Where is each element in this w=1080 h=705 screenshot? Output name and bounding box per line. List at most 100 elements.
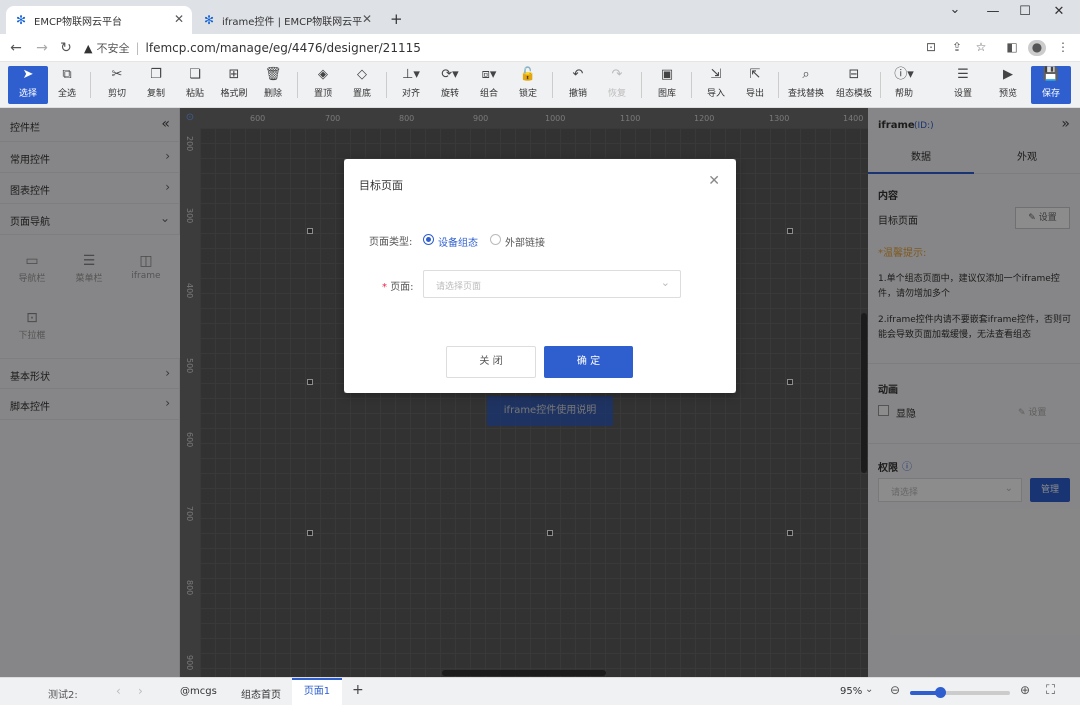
page-tab-home[interactable]: 组态首页 [241,686,281,701]
paste-button[interactable]: ❏ 粘贴 [175,66,215,104]
bring-front-button[interactable]: ◈ 置顶 [303,66,343,104]
profile-avatar[interactable]: ● [1028,40,1046,56]
cancel-button[interactable]: 关 闭 [446,346,536,378]
page-tab-page1[interactable]: 页面1 [292,678,342,705]
zoom-level[interactable]: 95% [840,686,862,697]
template-icon: ⊟ [848,67,860,82]
export-button[interactable]: ⇱ 导出 [735,66,775,104]
select-all-button[interactable]: ⧉ 全选 [47,66,87,104]
status-bar: 测试2: ‹ › @mcgs 组态首页 页面1 + 95% ⌄ ⊖ ⊕ ⛶ [0,677,1080,705]
zoom-slider-knob[interactable] [935,687,946,698]
radio-device[interactable] [423,234,434,245]
zoom-out-icon[interactable]: ⊖ [890,683,900,697]
save-icon: 💾 [1042,67,1060,82]
page-tab-mcgs[interactable]: @mcgs [180,686,217,697]
button-label: 图库 [657,89,676,99]
lock-icon: 🔓 [519,67,537,82]
chevron-down-icon[interactable]: ⌄ [865,684,873,695]
radio-device-label[interactable]: 设备组态 [438,234,478,249]
confirm-button[interactable]: 确 定 [544,346,633,378]
gallery-icon: ▣ [660,67,674,82]
radio-external[interactable] [490,234,501,245]
add-page-icon[interactable]: + [352,682,364,698]
cursor-icon: ➤ [22,67,34,82]
tab-iframe-doc[interactable]: ✻ iframe控件 | EMCP物联网云平台 ✕ [194,6,380,34]
reload-icon[interactable]: ↻ [56,40,76,56]
radio-external-label[interactable]: 外部链接 [505,234,545,249]
divider [386,72,387,98]
align-button[interactable]: ⊥▾ 对齐 [391,66,431,104]
close-window-icon[interactable]: ✕ [1044,4,1074,19]
divider [880,72,881,98]
modal-backdrop[interactable] [0,159,344,393]
rotate-icon: ⟳▾ [441,67,459,82]
import-button[interactable]: ⇲ 导入 [696,66,736,104]
find-replace-icon: ⌕ [802,67,810,82]
redo-button[interactable]: ↷ 恢复 [597,66,637,104]
bookmark-star-icon[interactable]: ☆ [972,40,990,54]
modal-backdrop[interactable] [0,108,1080,159]
button-label: 选择 [18,89,37,99]
sidebar-icon[interactable]: ◧ [1003,40,1021,54]
tab-emcp[interactable]: ✻ EMCP物联网云平台 ✕ [6,6,192,34]
zoom-in-icon[interactable]: ⊕ [1020,683,1030,697]
modal-backdrop[interactable] [736,159,1080,393]
close-tab-icon[interactable]: ✕ [362,12,372,26]
fullscreen-icon[interactable]: ⛶ [1046,683,1055,698]
help-button[interactable]: ⓘ▾ 帮助 [884,66,924,104]
page-select[interactable]: 请选择页面 ⌄ [423,270,681,298]
send-back-button[interactable]: ◇ 置底 [342,66,382,104]
preview-button[interactable]: ▶ 预览 [988,66,1028,104]
bring-front-icon: ◈ [318,67,328,82]
modal-backdrop[interactable] [0,393,1080,677]
button-label: 帮助 [894,89,913,99]
minimize-icon[interactable]: — [978,4,1008,19]
back-icon[interactable]: ← [6,40,26,56]
forward-icon[interactable]: → [32,40,52,56]
divider [90,72,91,98]
divider [297,72,298,98]
lock-button[interactable]: 🔓 锁定 [508,66,548,104]
close-tab-icon[interactable]: ✕ [174,12,184,26]
page-prev-icon[interactable]: ‹ [116,684,121,698]
tab-title: iframe控件 | EMCP物联网云平台 [222,16,362,28]
tab-search-icon[interactable]: ⌄ [940,2,970,17]
close-icon[interactable]: ✕ [708,173,720,189]
share-icon[interactable]: ⇪ [948,40,966,54]
group-button[interactable]: ⧈▾ 组合 [469,66,509,104]
button-label: 导出 [745,89,764,99]
preview-icon: ▶ [1003,67,1013,82]
redo-icon: ↷ [611,67,623,82]
button-label: 旋转 [440,89,459,99]
zoom-slider[interactable] [910,687,1010,698]
button-label: 恢复 [607,89,626,99]
settings-button[interactable]: ☰ 设置 [943,66,983,104]
button-label: 复制 [146,89,165,99]
menu-kebab-icon[interactable]: ⋮ [1054,40,1072,54]
button-label: 组态模板 [835,89,872,99]
paste-icon: ❏ [189,67,201,82]
group-icon: ⧈▾ [481,67,497,82]
copy-button[interactable]: ❐ 复制 [136,66,176,104]
save-button[interactable]: 💾 保存 [1031,66,1071,104]
url-field[interactable]: ▲ 不安全 | lfemcp.com/manage/eg/4476/design… [84,38,914,58]
label-text: 页面: [390,282,414,293]
help-icon: ⓘ▾ [894,67,914,82]
rotate-button[interactable]: ⟳▾ 旋转 [430,66,470,104]
copy-icon: ❐ [150,67,162,82]
maximize-icon[interactable]: ☐ [1010,4,1040,19]
translate-icon[interactable]: ⊡ [922,40,940,54]
find-replace-button[interactable]: ⌕ 查找替换 [784,66,828,104]
button-label: 格式刷 [220,89,248,99]
select-button[interactable]: ➤ 选择 [8,66,48,104]
template-button[interactable]: ⊟ 组态模板 [832,66,876,104]
cut-button[interactable]: ✂ 剪切 [97,66,137,104]
page-next-icon[interactable]: › [138,684,143,698]
new-tab-button[interactable]: + [390,10,403,28]
format-brush-button[interactable]: ⊞ 格式刷 [214,66,254,104]
format-brush-icon: ⊞ [228,67,240,82]
select-placeholder: 请选择页面 [436,282,482,292]
gallery-button[interactable]: ▣ 图库 [647,66,687,104]
undo-button[interactable]: ↶ 撤销 [558,66,598,104]
delete-button[interactable]: 🗑 删除 [253,66,293,104]
